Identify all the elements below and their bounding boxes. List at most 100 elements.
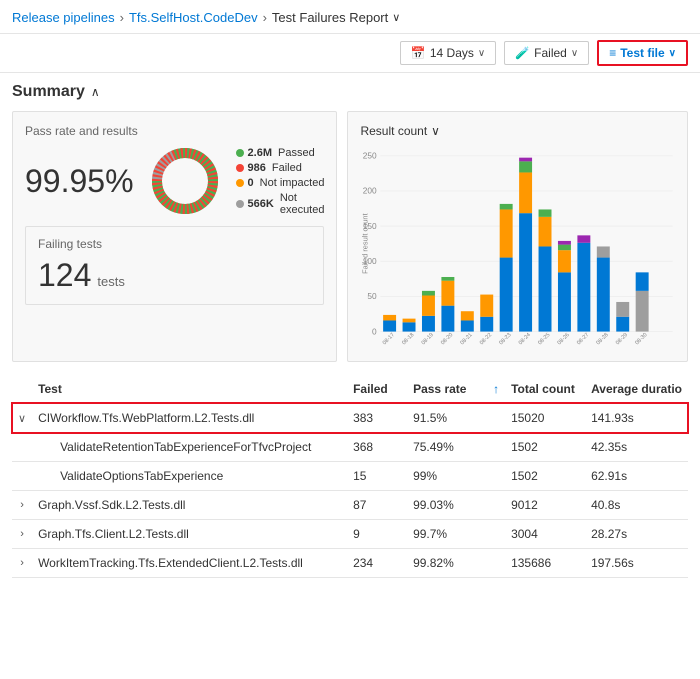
failed-dot bbox=[236, 164, 244, 172]
row-duration: 197.56s bbox=[585, 549, 688, 578]
table-row: › WorkItemTracking.Tfs.ExtendedClient.L2… bbox=[12, 549, 688, 578]
legend-passed: 2.6M Passed bbox=[236, 147, 325, 159]
svg-text:08-27: 08-27 bbox=[576, 332, 590, 346]
svg-text:08-21: 08-21 bbox=[460, 332, 474, 346]
row-expand-empty bbox=[12, 433, 32, 462]
row-failed: 9 bbox=[347, 520, 407, 549]
days-filter-button[interactable]: 📅 14 Days ∨ bbox=[400, 41, 496, 65]
svg-text:08-26: 08-26 bbox=[557, 332, 571, 346]
days-filter-label: 14 Days bbox=[430, 46, 474, 60]
status-chevron-icon: ∨ bbox=[571, 48, 578, 59]
breadcrumb-dropdown-icon[interactable]: ∨ bbox=[392, 11, 400, 24]
row-duration: 42.35s bbox=[585, 433, 688, 462]
table-row: › Graph.Tfs.Client.L2.Tests.dll 9 99.7% … bbox=[12, 520, 688, 549]
row-total: 15020 bbox=[505, 403, 585, 433]
flask-icon: 🧪 bbox=[515, 46, 530, 60]
breadcrumb-item-1[interactable]: Release pipelines bbox=[12, 10, 115, 25]
donut-chart bbox=[150, 146, 220, 216]
breadcrumb-item-2[interactable]: Tfs.SelfHost.CodeDev bbox=[129, 10, 258, 25]
row-total: 3004 bbox=[505, 520, 585, 549]
row-expand-btn[interactable]: › bbox=[12, 549, 32, 578]
cards-row: Pass rate and results 99.95% bbox=[12, 111, 688, 362]
col-test: Test bbox=[32, 374, 347, 403]
table-section: Test Failed Pass rate ↑ Total count Aver… bbox=[0, 374, 700, 578]
svg-text:08-29: 08-29 bbox=[615, 332, 629, 346]
not-executed-value: 566K bbox=[248, 198, 274, 210]
row-failed: 368 bbox=[347, 433, 407, 462]
results-table: Test Failed Pass rate ↑ Total count Aver… bbox=[12, 374, 688, 578]
row-total: 9012 bbox=[505, 491, 585, 520]
groupby-filter-button[interactable]: ≡ Test file ∨ bbox=[597, 40, 688, 66]
svg-text:50: 50 bbox=[368, 291, 378, 301]
result-count-chevron: ∨ bbox=[431, 124, 440, 138]
not-impacted-label: Not impacted bbox=[260, 177, 325, 189]
col-failed: Failed bbox=[347, 374, 407, 403]
row-passrate: 99% bbox=[407, 462, 487, 491]
pass-rate-section: Pass rate and results 99.95% bbox=[25, 124, 324, 216]
row-passrate: 91.5% bbox=[407, 403, 487, 433]
pass-rate-title: Pass rate and results bbox=[25, 124, 324, 138]
row-duration: 28.27s bbox=[585, 520, 688, 549]
col-sort-arrow: ↑ bbox=[487, 374, 505, 403]
row-passrate: 99.82% bbox=[407, 549, 487, 578]
pass-rate-number: 99.95% bbox=[25, 163, 134, 200]
col-duration: Average duratio bbox=[585, 374, 688, 403]
summary-collapse-icon[interactable]: ∧ bbox=[91, 85, 100, 99]
row-empty bbox=[487, 520, 505, 549]
breadcrumb-item-3: Test Failures Report bbox=[272, 10, 388, 25]
failing-tests-title: Failing tests bbox=[38, 237, 311, 251]
calendar-icon: 📅 bbox=[411, 46, 426, 60]
col-total: Total count bbox=[505, 374, 585, 403]
summary-section: Summary ∧ Pass rate and results 99.95% bbox=[0, 73, 700, 362]
days-chevron-icon: ∨ bbox=[478, 48, 485, 59]
row-empty bbox=[487, 549, 505, 578]
chart-legend: 2.6M Passed 986 Failed 0 Not impacted bbox=[236, 147, 325, 216]
row-total: 1502 bbox=[505, 462, 585, 491]
table-body: ∨ CIWorkflow.Tfs.WebPlatform.L2.Tests.dl… bbox=[12, 403, 688, 578]
row-expand-btn[interactable]: › bbox=[12, 520, 32, 549]
not-impacted-value: 0 bbox=[248, 177, 254, 189]
table-row-child: ValidateRetentionTabExperienceForTfvcPro… bbox=[12, 433, 688, 462]
row-passrate: 99.03% bbox=[407, 491, 487, 520]
pass-rate-content: 99.95% bbox=[25, 146, 324, 216]
svg-text:Failed result count: Failed result count bbox=[361, 213, 370, 273]
breadcrumb: Release pipelines › Tfs.SelfHost.CodeDev… bbox=[0, 0, 700, 34]
row-expand-btn[interactable]: › bbox=[12, 491, 32, 520]
status-filter-label: Failed bbox=[534, 46, 567, 60]
table-row: ∨ CIWorkflow.Tfs.WebPlatform.L2.Tests.dl… bbox=[12, 403, 688, 433]
row-test-name: Graph.Vssf.Sdk.L2.Tests.dll bbox=[32, 491, 347, 520]
row-failed: 87 bbox=[347, 491, 407, 520]
col-passrate: Pass rate bbox=[407, 374, 487, 403]
breadcrumb-sep-1: › bbox=[120, 10, 124, 25]
row-test-name: WorkItemTracking.Tfs.ExtendedClient.L2.T… bbox=[32, 549, 347, 578]
row-failed: 234 bbox=[347, 549, 407, 578]
svg-text:200: 200 bbox=[363, 186, 377, 196]
svg-text:08-25: 08-25 bbox=[538, 332, 552, 346]
svg-text:08-17: 08-17 bbox=[382, 332, 396, 346]
failed-label: Failed bbox=[272, 162, 302, 174]
result-count-card: Result count ∨ 250 200 150 100 50 0 bbox=[347, 111, 688, 362]
status-filter-button[interactable]: 🧪 Failed ∨ bbox=[504, 41, 589, 65]
svg-text:08-23: 08-23 bbox=[499, 332, 513, 346]
bar-chart-svg: 250 200 150 100 50 0 08-17 bbox=[360, 146, 675, 346]
failing-count-row: 124 tests bbox=[38, 257, 311, 294]
row-total: 1502 bbox=[505, 433, 585, 462]
svg-text:0: 0 bbox=[372, 326, 377, 336]
row-test-name: ValidateRetentionTabExperienceForTfvcPro… bbox=[32, 433, 347, 462]
groupby-icon: ≡ bbox=[609, 46, 616, 60]
not-executed-label: Not executed bbox=[280, 192, 325, 216]
result-count-label: Result count bbox=[360, 124, 427, 138]
legend-not-impacted: 0 Not impacted bbox=[236, 177, 325, 189]
row-empty bbox=[487, 433, 505, 462]
table-header: Test Failed Pass rate ↑ Total count Aver… bbox=[12, 374, 688, 403]
row-expand-btn[interactable]: ∨ bbox=[12, 403, 32, 433]
row-expand-empty bbox=[12, 462, 32, 491]
svg-text:08-22: 08-22 bbox=[479, 332, 493, 346]
groupby-filter-label: Test file bbox=[620, 46, 664, 60]
row-passrate: 99.7% bbox=[407, 520, 487, 549]
result-count-title[interactable]: Result count ∨ bbox=[360, 124, 675, 138]
table-row-child: ValidateOptionsTabExperience 15 99% 1502… bbox=[12, 462, 688, 491]
row-test-name: ValidateOptionsTabExperience bbox=[32, 462, 347, 491]
not-executed-dot bbox=[236, 200, 244, 208]
row-duration: 40.8s bbox=[585, 491, 688, 520]
